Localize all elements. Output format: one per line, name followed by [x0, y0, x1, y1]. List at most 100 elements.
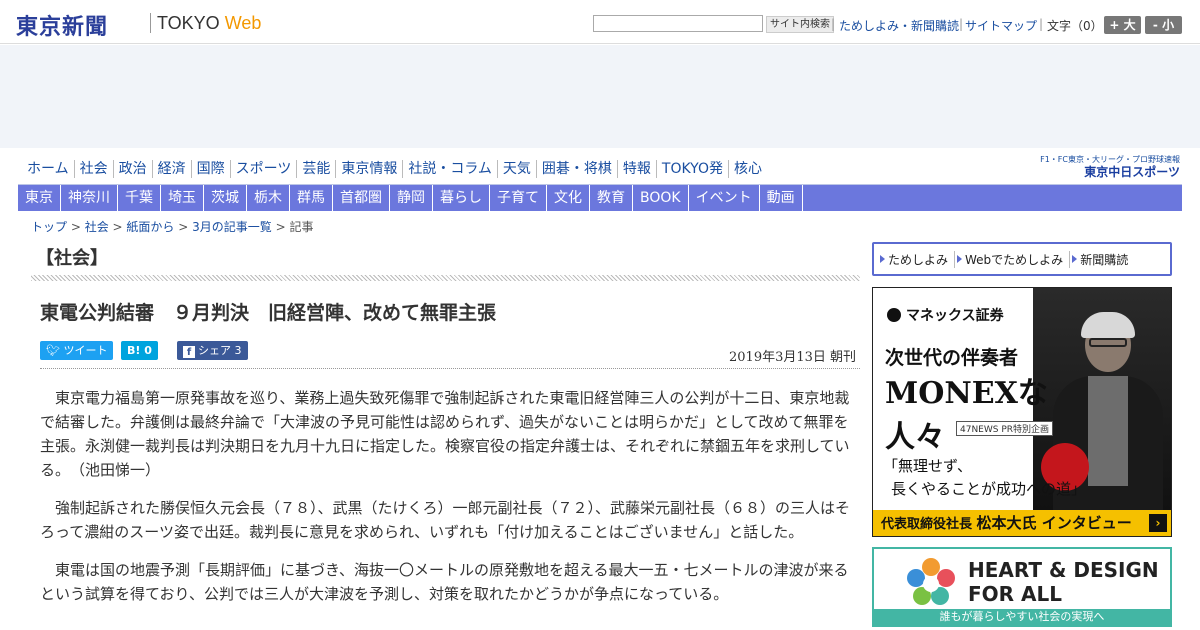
ad-pr-label: 47NEWS PR特別企画 — [956, 421, 1054, 436]
article-paragraph: 強制起訴された勝俣恒久元会長（７８）、武黒（たけくろ）一郎元副社長（７２）、武藤… — [40, 499, 850, 541]
ad-bar-role: 代表取締役社長 — [881, 517, 977, 532]
font-smaller-button[interactable]: - 小 — [1145, 16, 1182, 34]
nav-item-kakushin[interactable]: 核心 — [729, 160, 767, 178]
subscribe-link[interactable]: ためしよみ・新聞購読 — [839, 17, 959, 34]
share-label: シェア — [198, 344, 231, 357]
subnav-item-gunma[interactable]: 群馬 — [290, 185, 333, 211]
facebook-share-button[interactable]: f シェア 3 — [177, 341, 248, 360]
breadcrumb-month-list[interactable]: 3月の記事一覧 — [192, 220, 272, 234]
subnav-item-parenting[interactable]: 子育て — [490, 185, 547, 211]
twitter-bird-icon: 🐦︎ — [46, 344, 64, 357]
chunichi-sports-banner[interactable]: F1・FC東京・大リーグ・プロ野球速報 東京中日スポーツ — [1028, 154, 1180, 178]
ad-interview-bar[interactable]: 代表取締役社長 松本大氏 インタビュー › — [873, 510, 1171, 536]
ad-title-line2: MONEXな — [885, 376, 1048, 411]
subnav-item-saitama[interactable]: 埼玉 — [161, 185, 204, 211]
tweet-label: ツイート — [63, 344, 108, 357]
site-logo[interactable]: 東京新聞 — [16, 9, 108, 41]
heart-design-ad-banner[interactable]: HEART & DESIGN FOR ALL 誰もが暮らしやすい社会の実現へ — [872, 547, 1172, 627]
header-separator: | — [831, 17, 836, 31]
subnav-item-ibaraki[interactable]: 茨城 — [204, 185, 247, 211]
subscribe-side-link[interactable]: 新聞購読 — [1070, 251, 1134, 268]
breadcrumb-sep: > — [67, 220, 85, 234]
heart-title-line1: HEART & DESIGN — [968, 558, 1159, 582]
search-input[interactable] — [593, 15, 763, 32]
subnav-item-living[interactable]: 暮らし — [433, 185, 490, 211]
subnav-item-kanagawa[interactable]: 神奈川 — [61, 185, 118, 211]
logo-sub-text: TOKYO — [157, 13, 225, 33]
hatena-b-icon: B! — [127, 344, 141, 357]
subnav-item-shutoken[interactable]: 首都圏 — [333, 185, 390, 211]
heart-title-line2: FOR ALL — [968, 582, 1062, 606]
nav-item-world[interactable]: 国際 — [192, 160, 231, 178]
font-larger-button[interactable]: + 大 — [1104, 16, 1141, 34]
subnav-item-event[interactable]: イベント — [689, 185, 760, 211]
ad-quote-line1: 「無理せず、 — [883, 457, 972, 475]
section-divider — [31, 275, 860, 281]
subnav-item-culture[interactable]: 文化 — [547, 185, 590, 211]
nav-item-tokyo-info[interactable]: 東京情報 — [336, 160, 404, 178]
subnav-item-chiba[interactable]: 千葉 — [118, 185, 161, 211]
top-ad-area — [0, 45, 1200, 148]
nav-item-politics[interactable]: 政治 — [114, 160, 153, 178]
subnav-item-education[interactable]: 教育 — [590, 185, 633, 211]
breadcrumb-sep: > — [108, 220, 127, 234]
subnav-item-book[interactable]: BOOK — [633, 185, 689, 211]
ad-title-line3: 人々 — [885, 420, 945, 455]
facebook-icon: f — [183, 346, 195, 358]
heart-design-logo-icon — [907, 558, 955, 605]
nav-item-tokuho[interactable]: 特報 — [618, 160, 657, 178]
hatena-count: 0 — [144, 344, 152, 357]
heart-tagline: 誰もが暮らしやすい社会の実現へ — [874, 609, 1170, 625]
nav-item-weather[interactable]: 天気 — [498, 160, 537, 178]
nav-item-editorial[interactable]: 社説・コラム — [403, 160, 498, 178]
subnav-item-shizuoka[interactable]: 静岡 — [390, 185, 433, 211]
nav-item-tokyo-hatsu[interactable]: TOKYO発 — [657, 160, 729, 178]
breadcrumb-society[interactable]: 社会 — [85, 220, 109, 234]
tweet-button[interactable]: 🐦︎ ツイート — [40, 341, 114, 360]
search-button[interactable]: サイト内検索 — [766, 16, 834, 33]
monex-logo-text: マネックス証券 — [906, 308, 1004, 324]
breadcrumb-top[interactable]: トップ — [31, 220, 67, 234]
subnav-item-video[interactable]: 動画 — [760, 185, 803, 211]
header-separator: | — [959, 17, 964, 31]
nav-item-go-shogi[interactable]: 囲碁・将棋 — [537, 160, 618, 178]
nav-item-home[interactable]: ホーム — [22, 160, 75, 178]
nav-item-economy[interactable]: 経済 — [153, 160, 192, 178]
site-logo-sub[interactable]: TOKYO Web — [157, 13, 261, 34]
share-count: 3 — [234, 344, 242, 357]
sitemap-link[interactable]: サイトマップ — [965, 17, 1037, 34]
ad-bar-name: 松本大氏 インタビュー — [976, 514, 1132, 532]
web-trial-link[interactable]: Webでためしよみ — [955, 250, 1071, 268]
header-separator: | — [1039, 17, 1044, 31]
nav-item-society[interactable]: 社会 — [75, 160, 114, 178]
article-body: 東京電力福島第一原発事故を巡り、業務上過失致死傷罪で強制起訴された東電旧経営陣三… — [40, 386, 850, 630]
article-date: 2019年3月13日 朝刊 — [729, 350, 857, 365]
monex-logo: マネックス証券 — [887, 305, 1004, 325]
subscription-links-box: ためしよみ Webでためしよみ 新聞購読 — [872, 242, 1172, 276]
regional-nav: 東京 神奈川 千葉 埼玉 茨城 栃木 群馬 首都圏 静岡 暮らし 子育て 文化 … — [18, 185, 1182, 211]
monex-logo-icon — [887, 308, 901, 322]
breadcrumb: トップ > 社会 > 紙面から > 3月の記事一覧 > 記事 — [31, 218, 313, 235]
chevron-right-icon: › — [1149, 514, 1167, 532]
site-header: 東京新聞 TOKYO Web サイト内検索 | ためしよみ・新聞購読 | サイト… — [0, 0, 1200, 44]
ad-portrait-image — [1033, 288, 1171, 510]
section-title: 【社会】 — [36, 248, 108, 269]
font-size-label: 文字（0） — [1047, 19, 1103, 33]
logo-divider — [150, 13, 151, 33]
trial-link[interactable]: ためしよみ — [878, 250, 956, 268]
subnav-item-tochigi[interactable]: 栃木 — [247, 185, 290, 211]
ad-title-line1: 次世代の伴奏者 — [885, 347, 1019, 369]
ad-quote-line2: 長くやることが成功への道」 — [891, 480, 1087, 498]
monex-ad-banner[interactable]: マネックス証券 次世代の伴奏者 MONEXな 人々 47NEWS PR特別企画 … — [872, 287, 1172, 537]
hatena-bookmark-button[interactable]: B! 0 — [121, 341, 158, 360]
nav-item-sports[interactable]: スポーツ — [231, 160, 298, 178]
breadcrumb-print[interactable]: 紙面から — [126, 220, 174, 234]
nav-item-entertainment[interactable]: 芸能 — [297, 160, 337, 178]
article-headline: 東電公判結審 ９月判決 旧経営陣、改めて無罪主張 — [40, 302, 497, 324]
subnav-item-tokyo[interactable]: 東京 — [18, 185, 61, 211]
chunichi-logo: 東京中日スポーツ — [1084, 165, 1180, 179]
breadcrumb-sep: > — [174, 220, 193, 234]
article-paragraph: 東電は国の地震予測「長期評価」に基づき、海抜一〇メートルの原発敷地を超える最大一… — [40, 561, 849, 603]
logo-web-text: Web — [224, 13, 262, 33]
breadcrumb-sep: > — [271, 220, 290, 234]
